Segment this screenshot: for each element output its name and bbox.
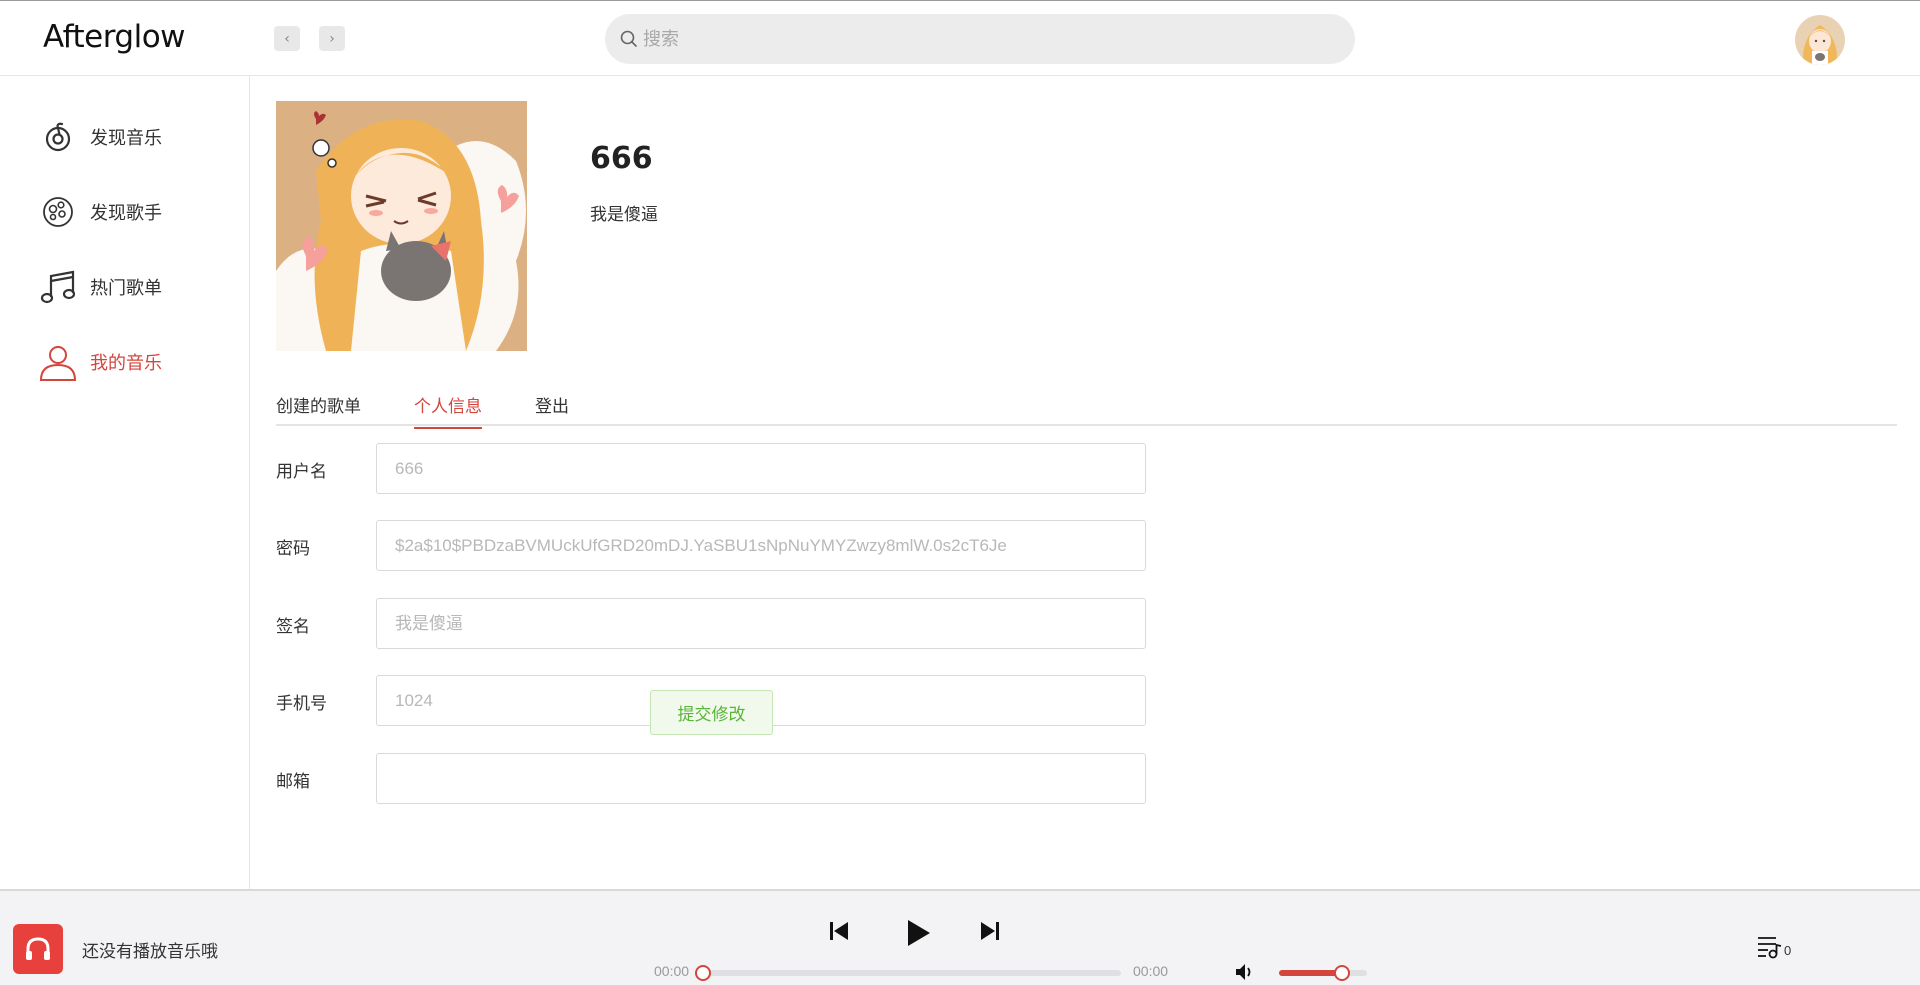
profile-tabs: 创建的歌单 个人信息 登出 [276, 378, 1897, 429]
previous-track-button[interactable] [827, 919, 851, 943]
player-bar: 还没有播放音乐哦 00:00 00:00 0 [0, 889, 1920, 985]
sidebar-item-label: 我的音乐 [90, 353, 162, 374]
playlist-count: 0 [1784, 943, 1792, 958]
phone-label: 手机号 [276, 694, 327, 714]
submit-changes-button[interactable]: 提交修改 [650, 690, 773, 735]
headphones-icon [26, 937, 50, 960]
form-row-signature: 签名 [276, 598, 1146, 650]
play-icon [908, 920, 930, 946]
email-field[interactable] [376, 753, 1146, 804]
now-playing-text: 还没有播放音乐哦 [82, 942, 218, 962]
volume-handle[interactable] [1334, 965, 1351, 981]
duration-time: 00:00 [1133, 963, 1169, 979]
volume-icon[interactable] [1233, 960, 1257, 984]
volume-fill [1279, 970, 1343, 976]
next-track-button[interactable] [978, 919, 1002, 943]
player-cover[interactable] [13, 924, 63, 974]
back-button[interactable]: ‹ [274, 26, 300, 51]
username-field[interactable] [376, 443, 1146, 494]
profile-signature: 我是傻逼 [590, 205, 658, 225]
netease-music-icon [36, 115, 80, 159]
sidebar-item-hot-playlists[interactable]: 热门歌单 [36, 264, 162, 310]
search-icon [620, 30, 637, 47]
sidebar-item-label: 热门歌单 [90, 278, 162, 299]
signature-label: 签名 [276, 617, 310, 637]
username-label: 用户名 [276, 462, 327, 482]
chevron-left-icon: ‹ [284, 30, 290, 47]
form-row-password: 密码 [276, 520, 1146, 572]
progress-handle[interactable] [695, 965, 711, 981]
signature-field[interactable] [376, 598, 1146, 649]
sidebar-item-label: 发现歌手 [90, 203, 162, 224]
app-logo[interactable]: Afterglow [43, 19, 186, 55]
user-icon [36, 340, 80, 384]
progress-slider[interactable] [695, 965, 1121, 981]
profile-avatar-image [276, 101, 527, 351]
main-content: 666 我是傻逼 创建的歌单 个人信息 登出 用户名 密码 签名 手机号 邮箱 … [251, 76, 1920, 889]
chevron-right-icon: › [329, 30, 335, 47]
music-note-icon [36, 265, 80, 309]
forward-button[interactable]: › [319, 26, 345, 51]
sidebar: 发现音乐 发现歌手 热门歌单 我的音乐 [0, 76, 250, 889]
play-button[interactable] [900, 915, 936, 951]
sidebar-item-discover-music[interactable]: 发现音乐 [36, 114, 162, 160]
sidebar-item-my-music[interactable]: 我的音乐 [36, 339, 162, 385]
profile-name: 666 [590, 141, 653, 176]
password-label: 密码 [276, 539, 310, 559]
tab-created-playlists[interactable]: 创建的歌单 [276, 392, 361, 427]
form-row-email: 邮箱 [276, 753, 1146, 805]
search-bar[interactable] [605, 14, 1355, 64]
sidebar-item-label: 发现音乐 [90, 128, 162, 149]
playlist-button[interactable]: 0 [1757, 935, 1791, 959]
sidebar-item-discover-singers[interactable]: 发现歌手 [36, 189, 162, 235]
tab-personal-info[interactable]: 个人信息 [414, 392, 482, 429]
singer-disc-icon [36, 190, 80, 234]
playlist-icon [1758, 937, 1782, 959]
password-field[interactable] [376, 520, 1146, 571]
tab-logout[interactable]: 登出 [535, 392, 569, 427]
skip-previous-icon [830, 922, 848, 940]
user-avatar[interactable] [1795, 15, 1845, 65]
avatar-image [1795, 15, 1845, 65]
top-header: Afterglow ‹ › [0, 0, 1920, 76]
search-input[interactable] [643, 14, 1333, 64]
form-row-username: 用户名 [276, 443, 1146, 495]
email-label: 邮箱 [276, 772, 310, 792]
current-time: 00:00 [654, 963, 690, 979]
skip-next-icon [981, 922, 999, 940]
volume-slider[interactable] [1279, 965, 1367, 981]
